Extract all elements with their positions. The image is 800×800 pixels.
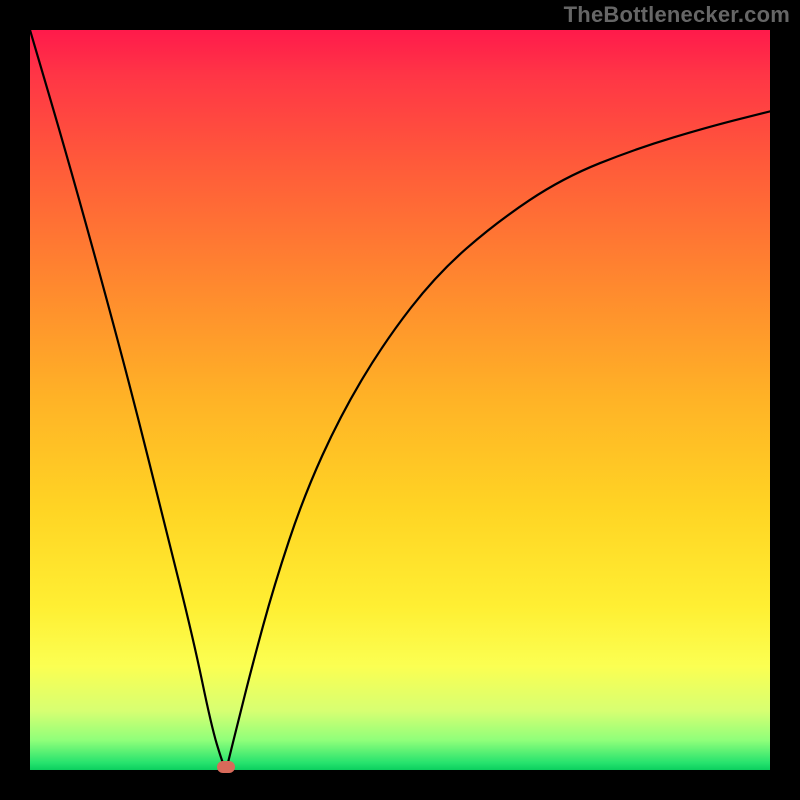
watermark-text: TheBottlenecker.com <box>564 2 790 28</box>
bottleneck-curve-path <box>30 30 770 768</box>
chart-frame: TheBottlenecker.com <box>0 0 800 800</box>
minimum-marker <box>217 761 235 773</box>
plot-area <box>30 30 770 770</box>
curve-svg <box>30 30 770 770</box>
